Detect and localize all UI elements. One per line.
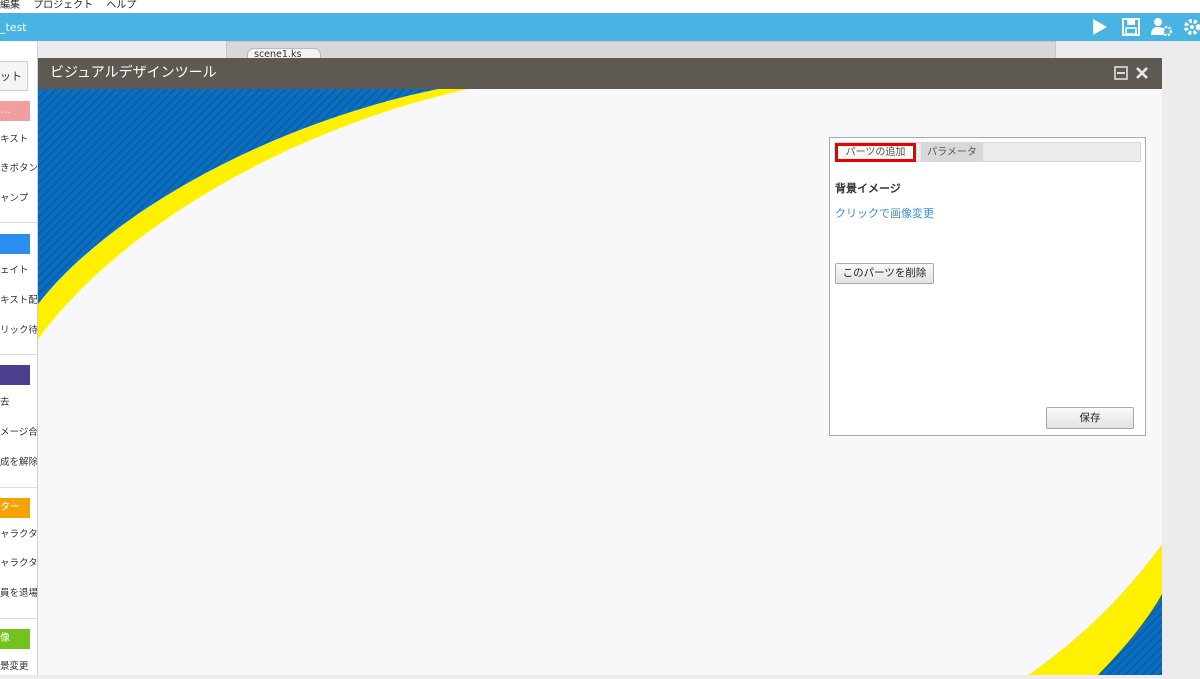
sidebar-item-jump[interactable]: ャンプ bbox=[0, 192, 37, 206]
category-band-text[interactable]: … bbox=[0, 101, 30, 121]
sidebar-item-text-position[interactable]: キスト配置 bbox=[0, 294, 37, 308]
sidebar-item-compose-release[interactable]: 成を解除 bbox=[0, 456, 37, 470]
save-icon[interactable] bbox=[1121, 17, 1141, 37]
category-band-system[interactable] bbox=[0, 234, 30, 254]
play-icon[interactable] bbox=[1090, 17, 1110, 37]
panel-tabs: パーツの追加 パラメータ bbox=[834, 142, 1141, 162]
sidebar-item-text[interactable]: キスト bbox=[0, 133, 37, 147]
sidebar-divider bbox=[0, 222, 37, 223]
sidebar-item-button[interactable]: きボタン bbox=[0, 162, 37, 176]
project-title: _test bbox=[0, 21, 27, 34]
visual-design-window: ビジュアルデザインツール パーツの追加 パラメータ 背景イメージ クリックで画像… bbox=[38, 58, 1162, 675]
tab-parameters[interactable]: パラメータ bbox=[921, 143, 983, 162]
sidebar-item-click-wait[interactable]: リック待ち bbox=[0, 324, 37, 338]
sidebar-item-exit-all[interactable]: 員を退場 bbox=[0, 587, 37, 601]
category-band-character[interactable]: ター bbox=[0, 498, 30, 518]
users-settings-icon[interactable] bbox=[1150, 17, 1173, 37]
sidebar-item-character-1[interactable]: ャラクター bbox=[0, 528, 37, 542]
category-band-background[interactable]: 像 bbox=[0, 629, 30, 649]
tab-add-parts[interactable]: パーツの追加 bbox=[835, 143, 916, 162]
menu-help[interactable]: ヘルプ bbox=[106, 0, 136, 11]
sidebar-item-character-2[interactable]: ャラクター bbox=[0, 557, 37, 571]
change-image-link[interactable]: クリックで画像変更 bbox=[835, 205, 934, 221]
save-button[interactable]: 保存 bbox=[1046, 407, 1134, 429]
sidebar-divider bbox=[0, 618, 37, 619]
app-toolbar: _test bbox=[0, 13, 1200, 41]
sidebar-divider bbox=[0, 354, 37, 355]
delete-part-button[interactable]: このパーツを削除 bbox=[835, 263, 934, 284]
sidebar-item-change-background[interactable]: 景変更 bbox=[0, 660, 37, 674]
menu-bar: 編集 プロジェクト ヘルプ bbox=[0, 0, 1200, 13]
sidebar-divider bbox=[0, 487, 37, 488]
component-tab[interactable]: ット bbox=[0, 61, 28, 91]
menu-edit[interactable]: 編集 bbox=[0, 0, 20, 11]
properties-panel: パーツの追加 パラメータ 背景イメージ クリックで画像変更 このパーツを削除 保… bbox=[829, 137, 1146, 436]
minimize-icon[interactable] bbox=[1113, 58, 1129, 89]
design-canvas[interactable]: パーツの追加 パラメータ 背景イメージ クリックで画像変更 このパーツを削除 保… bbox=[38, 89, 1162, 675]
gear-icon[interactable] bbox=[1182, 17, 1200, 37]
window-title: ビジュアルデザインツール bbox=[38, 58, 1162, 89]
sidebar-item-image-compose[interactable]: メージ合成 bbox=[0, 426, 37, 440]
close-icon[interactable] bbox=[1134, 58, 1150, 89]
menu-project[interactable]: プロジェクト bbox=[33, 0, 93, 11]
component-sidebar: ット … キスト きボタン ャンプ ェイト キスト配置 リック待ち 去 メージ合… bbox=[0, 41, 38, 675]
sidebar-item-wait[interactable]: ェイト bbox=[0, 264, 37, 278]
section-title: 背景イメージ bbox=[835, 182, 901, 195]
sidebar-item-remove[interactable]: 去 bbox=[0, 396, 37, 410]
category-band-image[interactable] bbox=[0, 365, 30, 385]
